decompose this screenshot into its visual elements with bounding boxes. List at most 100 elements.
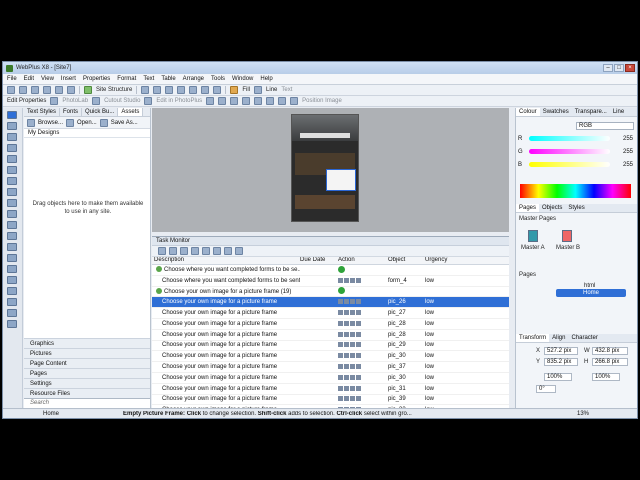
photolab-button[interactable]: PhotoLab xyxy=(62,98,88,104)
tab-transparency[interactable]: Transpare... xyxy=(572,108,610,116)
master-b-thumb[interactable] xyxy=(562,230,572,242)
line-tool-icon[interactable] xyxy=(7,188,17,196)
height-field[interactable]: 266.8 pix xyxy=(592,358,628,366)
selected-picture-frame[interactable] xyxy=(326,169,356,191)
row-action[interactable] xyxy=(338,276,388,286)
table-row[interactable]: Choose where you want completed forms to… xyxy=(152,276,509,287)
action-icon[interactable] xyxy=(338,364,343,369)
action-icon[interactable] xyxy=(344,374,349,380)
action-icon[interactable] xyxy=(356,385,361,391)
help-icon[interactable] xyxy=(338,287,345,295)
copy-icon[interactable] xyxy=(67,86,75,94)
table-row[interactable]: Choose your own image for a picture fram… xyxy=(152,384,509,395)
action-icon[interactable] xyxy=(338,374,343,380)
red-value[interactable]: 255 xyxy=(613,136,633,142)
action-icon[interactable] xyxy=(356,364,361,369)
tab-objects[interactable]: Objects xyxy=(539,204,565,212)
scale-y-field[interactable]: 100% xyxy=(592,373,620,381)
position-image-icon[interactable] xyxy=(290,97,299,105)
close-button[interactable]: × xyxy=(625,64,635,72)
web-object-tool-icon[interactable] xyxy=(7,276,17,284)
table-row[interactable]: Choose your own image for a picture fram… xyxy=(152,341,509,352)
delete-icon[interactable] xyxy=(213,247,221,255)
cutout-studio-button[interactable]: Cutout Studio xyxy=(104,98,140,104)
action-icon[interactable] xyxy=(338,310,343,316)
transparency-tool-icon[interactable] xyxy=(7,232,17,240)
tab-character[interactable]: Character xyxy=(568,334,600,342)
social-tool-icon[interactable] xyxy=(7,309,17,317)
site-structure-icon[interactable] xyxy=(84,86,92,94)
action-icon[interactable] xyxy=(356,310,361,316)
flip-icon[interactable] xyxy=(230,97,239,105)
menu-arrange[interactable]: Arrange xyxy=(183,76,204,82)
menu-table[interactable]: Table xyxy=(161,76,175,82)
action-icon[interactable] xyxy=(350,342,355,348)
page-canvas[interactable] xyxy=(152,108,509,232)
action-icon[interactable] xyxy=(338,299,343,305)
photolab-icon[interactable] xyxy=(50,97,59,105)
menu-window[interactable]: Window xyxy=(232,76,253,82)
category-graphics[interactable]: Graphics xyxy=(24,338,150,348)
current-page-select[interactable]: Home xyxy=(3,411,123,417)
home-page-item[interactable]: Home xyxy=(556,289,626,297)
tab-align[interactable]: Align xyxy=(549,334,568,342)
action-icon[interactable] xyxy=(350,385,355,391)
action-icon[interactable] xyxy=(344,385,349,391)
action-icon[interactable] xyxy=(338,320,343,326)
menu-properties[interactable]: Properties xyxy=(83,76,110,82)
refresh-icon[interactable] xyxy=(158,247,166,255)
frame-tool-icon[interactable] xyxy=(7,144,17,152)
action-icon[interactable] xyxy=(344,310,349,316)
menu-edit[interactable]: Edit xyxy=(24,76,34,82)
row-action[interactable] xyxy=(338,340,388,350)
browse-button[interactable]: Browse... xyxy=(38,120,63,126)
action-icon[interactable] xyxy=(338,353,343,359)
line-button[interactable]: Line xyxy=(266,87,277,93)
navbar-tool-icon[interactable] xyxy=(7,254,17,262)
edit-icon[interactable] xyxy=(202,247,210,255)
action-icon[interactable] xyxy=(338,331,343,337)
table-tool-icon[interactable] xyxy=(7,155,17,163)
action-icon[interactable] xyxy=(356,277,361,283)
blue-slider[interactable] xyxy=(529,162,610,167)
menu-format[interactable]: Format xyxy=(117,76,136,82)
action-icon[interactable] xyxy=(344,342,349,348)
pan-icon[interactable] xyxy=(201,86,210,94)
edit-properties-button[interactable]: Edit Properties xyxy=(7,98,46,104)
table-row[interactable]: Choose your own image for a picture fram… xyxy=(152,287,509,298)
position-image-button[interactable]: Position Image xyxy=(302,98,342,104)
col-description[interactable]: Description xyxy=(152,257,300,264)
category-settings[interactable]: Settings xyxy=(24,378,150,388)
ecommerce-tool-icon[interactable] xyxy=(7,320,17,328)
picture-tool-icon[interactable] xyxy=(7,243,17,251)
action-icon[interactable] xyxy=(344,353,349,359)
rotate-field[interactable]: 0° xyxy=(536,385,556,393)
settings-icon[interactable] xyxy=(224,247,232,255)
action-icon[interactable] xyxy=(338,342,343,348)
table-row[interactable]: Choose your own image for a picture fram… xyxy=(152,373,509,384)
page-preview[interactable] xyxy=(291,114,359,222)
action-icon[interactable] xyxy=(356,342,361,348)
row-action[interactable] xyxy=(338,362,388,372)
save-as-button[interactable]: Save As... xyxy=(111,120,138,126)
tab-swatches[interactable]: Swatches xyxy=(540,108,572,116)
expand-icon[interactable] xyxy=(180,247,188,255)
tab-pages[interactable]: Pages xyxy=(516,204,540,212)
category-page-content[interactable]: Page Content xyxy=(24,358,150,368)
col-object[interactable]: Object xyxy=(388,257,425,264)
color-spectrum[interactable] xyxy=(520,184,631,198)
row-action[interactable] xyxy=(338,394,388,404)
cut-icon[interactable] xyxy=(55,86,63,94)
zoom-icon[interactable] xyxy=(189,86,198,94)
row-action[interactable] xyxy=(338,351,388,361)
action-icon[interactable] xyxy=(356,320,361,326)
category-pages[interactable]: Pages xyxy=(24,368,150,378)
action-icon[interactable] xyxy=(350,310,355,316)
open-icon[interactable] xyxy=(19,86,27,94)
row-action[interactable] xyxy=(338,287,388,297)
menu-help[interactable]: Help xyxy=(260,76,272,82)
row-action[interactable] xyxy=(338,297,388,307)
red-slider[interactable] xyxy=(529,136,610,141)
action-icon[interactable] xyxy=(344,299,349,305)
action-icon[interactable] xyxy=(344,396,349,402)
